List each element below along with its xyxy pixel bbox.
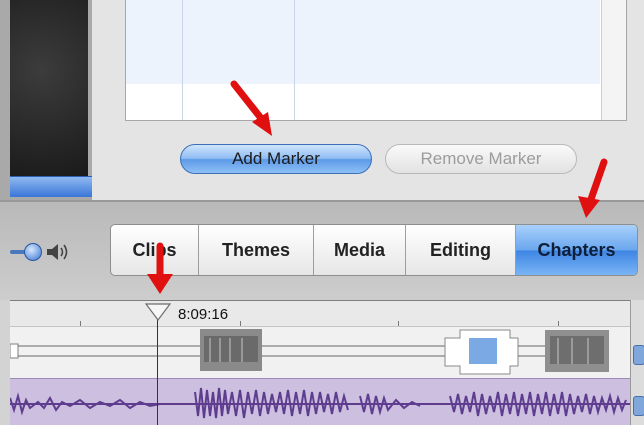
video-preview bbox=[0, 0, 92, 200]
add-marker-button[interactable]: Add Marker bbox=[180, 144, 372, 174]
track-toggle-audio[interactable] bbox=[633, 396, 644, 416]
speaker-icon bbox=[47, 244, 68, 260]
column-divider bbox=[294, 0, 295, 120]
playhead-marker-icon[interactable] bbox=[144, 302, 172, 322]
track-toggle-video[interactable] bbox=[633, 345, 644, 365]
list-row[interactable] bbox=[126, 84, 600, 120]
preview-scrubber[interactable] bbox=[10, 176, 92, 197]
playhead-line[interactable] bbox=[157, 312, 158, 425]
chapter-list[interactable] bbox=[125, 0, 627, 121]
volume-slider-knob[interactable] bbox=[24, 243, 42, 261]
annotation-arrow-icon bbox=[147, 242, 173, 294]
preview-screen bbox=[10, 0, 88, 176]
list-row[interactable] bbox=[126, 0, 600, 42]
annotation-arrow-icon bbox=[578, 158, 608, 218]
tab-media[interactable]: Media bbox=[314, 225, 406, 275]
tab-editing[interactable]: Editing bbox=[406, 225, 516, 275]
playhead-timecode: 8:09:16 bbox=[178, 306, 229, 323]
timeline-ruler[interactable] bbox=[10, 300, 630, 327]
annotation-arrow-icon bbox=[230, 80, 272, 136]
column-divider bbox=[182, 0, 183, 120]
remove-marker-button[interactable]: Remove Marker bbox=[385, 144, 577, 174]
tab-chapters[interactable]: Chapters bbox=[516, 225, 637, 275]
video-track-clips bbox=[10, 329, 609, 375]
track-controls bbox=[630, 300, 644, 425]
list-row[interactable] bbox=[126, 42, 600, 84]
imovie-window: Add Marker Remove Marker Clips Themes Me… bbox=[0, 0, 644, 425]
list-scrollbar[interactable] bbox=[601, 0, 626, 120]
pane-tabs: Clips Themes Media Editing Chapters bbox=[110, 224, 638, 276]
audio-waveform bbox=[10, 387, 630, 419]
tab-themes[interactable]: Themes bbox=[199, 225, 314, 275]
